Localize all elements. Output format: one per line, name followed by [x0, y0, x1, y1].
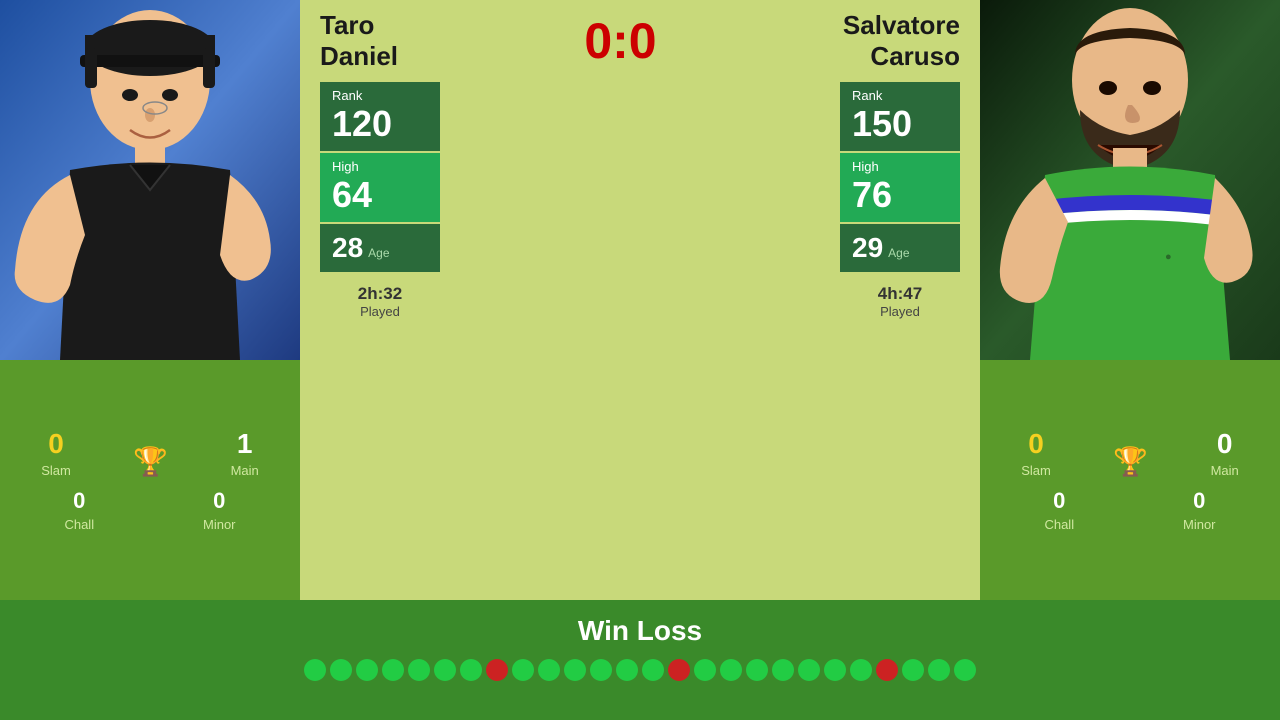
left-minor-stat: 0 Minor	[203, 488, 236, 532]
result-dot-25	[954, 659, 976, 681]
right-main-stat: 0 Main	[1211, 428, 1239, 478]
main-container: 0 Slam 🏆 1 Main 0 Chall	[0, 0, 1280, 720]
left-age-card: 28 Age	[320, 224, 440, 272]
result-dot-18	[772, 659, 794, 681]
result-dot-13	[642, 659, 664, 681]
right-player-section: ● 0 Slam 🏆 0	[980, 0, 1280, 600]
result-dot-3	[382, 659, 404, 681]
result-dot-21	[850, 659, 872, 681]
left-high-card: High 64	[320, 153, 440, 222]
left-stats-row-2: 0 Chall 0 Minor	[10, 488, 290, 532]
middle-column: Taro Daniel 0:0 Salvatore Caruso	[300, 0, 980, 600]
result-dot-15	[694, 659, 716, 681]
right-card-group: Rank 150 High 76 29 Age 4h:47 Played	[840, 82, 960, 319]
left-trophy: 🏆	[133, 445, 168, 478]
left-player-section: 0 Slam 🏆 1 Main 0 Chall	[0, 0, 300, 600]
right-high-card: High 76	[840, 153, 960, 222]
right-trophy: 🏆	[1113, 445, 1148, 478]
right-time-info: 4h:47 Played	[840, 284, 960, 319]
right-player-name: Salvatore Caruso	[843, 10, 960, 72]
result-dot-12	[616, 659, 638, 681]
result-dot-22	[876, 659, 898, 681]
right-player-figure: ●	[980, 0, 1280, 360]
result-dot-1	[330, 659, 352, 681]
svg-text:●: ●	[1165, 251, 1172, 263]
result-dot-14	[668, 659, 690, 681]
result-dot-16	[720, 659, 742, 681]
left-slam-stat: 0 Slam	[41, 428, 71, 478]
left-player-stats: 0 Slam 🏆 1 Main 0 Chall	[0, 360, 300, 600]
left-time-info: 2h:32 Played	[320, 284, 440, 319]
right-chall-stat: 0 Chall	[1044, 488, 1074, 532]
result-dot-9	[538, 659, 560, 681]
result-dot-8	[512, 659, 534, 681]
left-main-stat: 1 Main	[231, 428, 259, 478]
left-player-figure	[0, 0, 300, 360]
result-dot-11	[590, 659, 612, 681]
result-dot-17	[746, 659, 768, 681]
right-stats-row-2: 0 Chall 0 Minor	[990, 488, 1270, 532]
win-loss-title: Win Loss	[578, 615, 702, 647]
left-player-photo	[0, 0, 300, 360]
left-stats-row-1: 0 Slam 🏆 1 Main	[10, 428, 290, 478]
result-dot-6	[460, 659, 482, 681]
right-slam-stat: 0 Slam	[1021, 428, 1051, 478]
right-player-photo: ●	[980, 0, 1280, 360]
stats-cards-row: Rank 120 High 64 28 Age 2h:32 Played	[300, 77, 980, 600]
result-dot-24	[928, 659, 950, 681]
dots-row	[304, 659, 976, 681]
win-loss-section: Win Loss	[0, 600, 1280, 720]
left-rank-card: Rank 120	[320, 82, 440, 151]
right-player-stats: 0 Slam 🏆 0 Main 0 Chall	[980, 360, 1280, 600]
right-age-card: 29 Age	[840, 224, 960, 272]
left-player-name: Taro Daniel	[320, 10, 398, 72]
left-chall-stat: 0 Chall	[64, 488, 94, 532]
left-card-group: Rank 120 High 64 28 Age 2h:32 Played	[320, 82, 440, 319]
result-dot-4	[408, 659, 430, 681]
result-dot-0	[304, 659, 326, 681]
result-dot-2	[356, 659, 378, 681]
result-dot-20	[824, 659, 846, 681]
top-row: Taro Daniel 0:0 Salvatore Caruso	[300, 0, 980, 77]
right-stats-row-1: 0 Slam 🏆 0 Main	[990, 428, 1270, 478]
right-rank-card: Rank 150	[840, 82, 960, 151]
right-minor-stat: 0 Minor	[1183, 488, 1216, 532]
result-dot-7	[486, 659, 508, 681]
score-display: 0:0	[584, 12, 656, 70]
result-dot-19	[798, 659, 820, 681]
match-layout: 0 Slam 🏆 1 Main 0 Chall	[0, 0, 1280, 600]
result-dot-5	[434, 659, 456, 681]
result-dot-23	[902, 659, 924, 681]
result-dot-10	[564, 659, 586, 681]
